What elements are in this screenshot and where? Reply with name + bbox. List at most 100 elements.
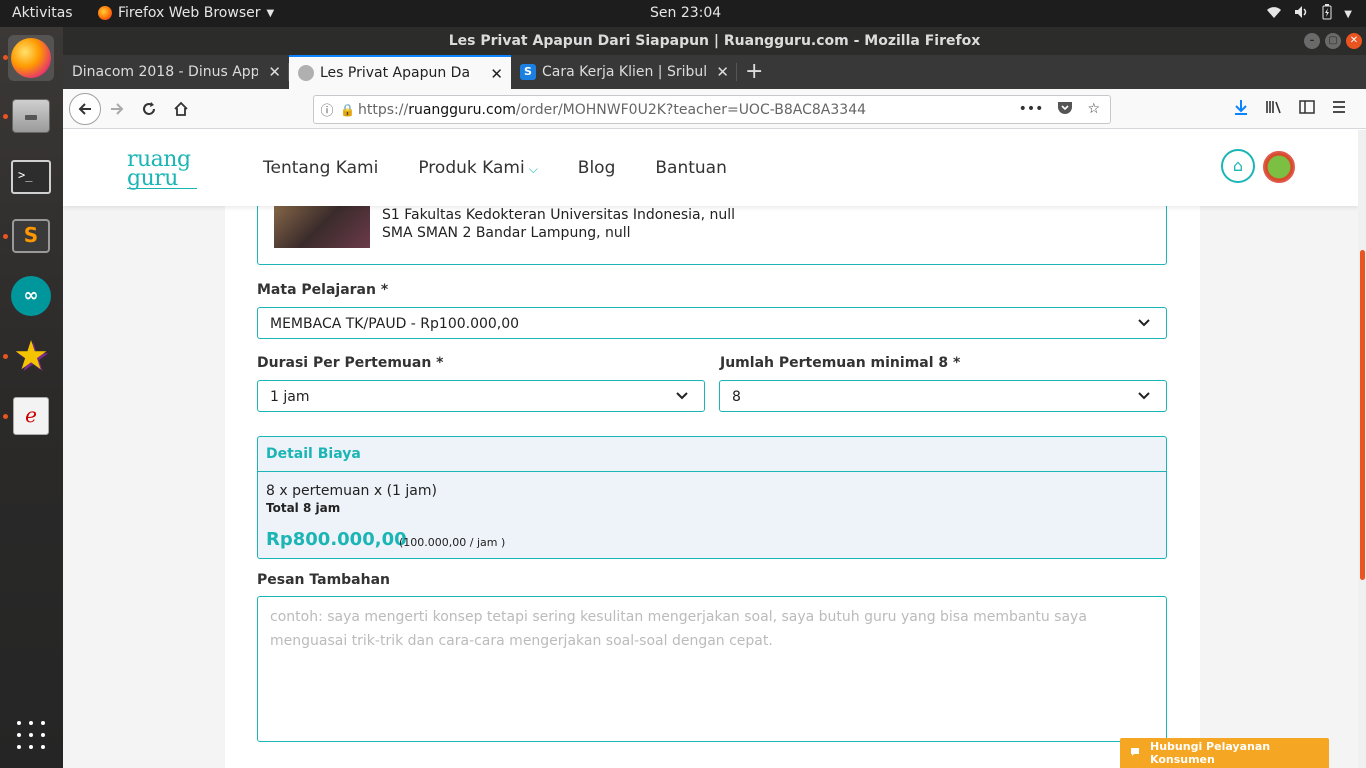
tab-dinacom[interactable]: Dinacom 2018 - Dinus Applic ✕ [63, 55, 289, 89]
cost-breakdown: 8 x pertemuan x (1 jam) [266, 483, 437, 499]
cost-detail-header: Detail Biaya [258, 437, 1166, 472]
close-tab-icon[interactable]: ✕ [490, 65, 503, 83]
home-icon [174, 101, 188, 116]
ruangguru-favicon-icon [298, 65, 314, 81]
duration-label: Durasi Per Pertemuan * [257, 355, 444, 371]
launcher-firefox[interactable] [8, 35, 54, 81]
ruangguru-logo[interactable]: ruang guru [127, 149, 197, 190]
launcher-arduino[interactable]: ∞ [8, 273, 54, 319]
tab-label: Cara Kerja Klien | Sribulanc [542, 64, 706, 80]
chevron-down-icon [1138, 389, 1150, 403]
message-label: Pesan Tambahan [257, 572, 391, 588]
window-controls: – ▢ ✕ [1304, 33, 1362, 49]
pocket-icon[interactable] [1057, 101, 1073, 119]
wifi-icon [1266, 5, 1282, 23]
battery-icon [1322, 4, 1332, 24]
caret-down-icon: ▼ [266, 7, 275, 19]
sidebar-icon[interactable] [1299, 99, 1315, 119]
customer-service-button[interactable]: Hubungi Pelayanan Konsumen [1120, 738, 1329, 768]
activities-button[interactable]: Aktivitas [12, 5, 73, 21]
cost-hourly-rate: (100.000,00 / jam ) [399, 536, 506, 549]
insecure-lock-icon[interactable]: 🔒 [340, 103, 358, 117]
nav-blog[interactable]: Blog [578, 158, 616, 178]
launcher-document-viewer[interactable]: ℯ [8, 393, 54, 439]
running-indicator [3, 354, 8, 359]
duration-select[interactable]: 1 jam [257, 380, 705, 412]
window-title: Les Privat Apapun Dari Siapapun | Ruangg… [448, 33, 981, 49]
cost-total-hours: Total 8 jam [266, 501, 341, 515]
tab-label: Dinacom 2018 - Dinus Applic [72, 64, 258, 80]
app-menu-label: Firefox Web Browser [118, 5, 261, 21]
running-indicator [3, 414, 8, 419]
site-header: ruang guru Tentang Kami Produk Kami ⌵ Blo… [63, 130, 1358, 206]
files-icon [12, 99, 50, 133]
tab-label: Les Privat Apapun Dari Sia [320, 65, 470, 81]
app-menu[interactable]: Firefox Web Browser ▼ [98, 5, 274, 21]
url-bar[interactable]: ⓘ 🔒 https://ruangguru.com/order/MOHNWF0U… [313, 95, 1111, 124]
firefox-icon [98, 6, 112, 20]
launcher-starred-app[interactable]: ★ [8, 333, 54, 379]
minimize-icon[interactable]: – [1304, 33, 1320, 49]
running-indicator [3, 234, 8, 239]
clock[interactable]: Sen 23:04 [650, 5, 721, 21]
forward-button[interactable] [103, 95, 131, 123]
running-indicator [3, 114, 8, 119]
show-applications-icon[interactable] [17, 721, 47, 751]
sessions-select[interactable]: 8 [719, 380, 1167, 412]
caret-down-icon: ▼ [1344, 8, 1352, 20]
new-tab-icon[interactable]: + [745, 59, 763, 84]
navigation-toolbar: ⓘ 🔒 https://ruangguru.com/order/MOHNWF0U… [63, 89, 1366, 129]
scrollbar-thumb[interactable] [1360, 250, 1365, 580]
chevron-down-icon: ⌵ [528, 162, 538, 176]
sessions-label: Jumlah Pertemuan minimal 8 * [720, 355, 961, 371]
subject-select[interactable]: MEMBACA TK/PAUD - Rp100.000,00 [257, 307, 1167, 339]
avatar[interactable] [1263, 151, 1295, 183]
launcher-files[interactable] [8, 93, 54, 139]
launcher-terminal[interactable]: >_ [8, 154, 54, 200]
hamburger-menu-icon[interactable] [1331, 99, 1347, 119]
info-icon[interactable]: ⓘ [314, 100, 340, 119]
teacher-education-highschool: SMA SMAN 2 Bandar Lampung, null [382, 225, 631, 241]
maximize-icon[interactable]: ▢ [1325, 33, 1341, 49]
close-tab-icon[interactable]: ✕ [268, 63, 281, 81]
nav-tentang-kami[interactable]: Tentang Kami [263, 158, 378, 178]
teacher-photo [274, 201, 370, 248]
site-nav-menu: Tentang Kami Produk Kami ⌵ Blog Bantuan [263, 158, 727, 178]
close-icon[interactable]: ✕ [1346, 33, 1362, 49]
subject-select-value: MEMBACA TK/PAUD - Rp100.000,00 [270, 316, 520, 332]
toolbar-right [1233, 99, 1347, 119]
teacher-education-university: S1 Fakultas Kedokteran Universitas Indon… [382, 207, 736, 223]
system-tray[interactable]: ▼ [1266, 4, 1352, 24]
message-placeholder: contoh: saya mengerti konsep tetapi seri… [270, 609, 1087, 649]
message-textarea[interactable]: contoh: saya mengerti konsep tetapi seri… [257, 596, 1167, 742]
running-indicator [3, 55, 8, 60]
chat-icon [1130, 747, 1140, 760]
home-icon[interactable]: ⌂ [1221, 149, 1255, 183]
firefox-icon [11, 38, 51, 78]
cost-detail-panel: Detail Biaya 8 x pertemuan x (1 jam) Tot… [257, 436, 1167, 559]
reload-button[interactable] [135, 95, 163, 123]
downloads-icon[interactable] [1233, 99, 1249, 119]
home-button[interactable] [167, 95, 195, 123]
url-text[interactable]: https://ruangguru.com/order/MOHNWF0U2K?t… [358, 102, 1019, 118]
back-button[interactable] [69, 93, 101, 125]
subject-label: Mata Pelajaran * [257, 282, 389, 298]
nav-produk-kami[interactable]: Produk Kami ⌵ [418, 158, 537, 178]
page-scrollbar[interactable] [1358, 130, 1366, 768]
tab-strip: Dinacom 2018 - Dinus Applic ✕ Les Privat… [63, 55, 1366, 89]
volume-icon [1294, 5, 1310, 23]
nav-bantuan[interactable]: Bantuan [655, 158, 727, 178]
launcher-sublime[interactable]: S [8, 213, 54, 259]
library-icon[interactable] [1265, 99, 1283, 119]
window-titlebar: Les Privat Apapun Dari Siapapun | Ruangg… [63, 27, 1366, 55]
chevron-down-icon [1138, 316, 1150, 330]
arrow-right-icon [111, 103, 124, 115]
sublime-text-icon: S [12, 219, 50, 253]
close-tab-icon[interactable]: ✕ [716, 63, 729, 81]
page-actions-icon[interactable]: ••• [1019, 101, 1044, 119]
tab-ruangguru[interactable]: Les Privat Apapun Dari Sia ✕ [289, 55, 511, 89]
tab-sribulancer[interactable]: S Cara Kerja Klien | Sribulanc ✕ [511, 55, 737, 89]
bookmark-star-icon[interactable]: ☆ [1087, 101, 1100, 119]
sribulancer-favicon-icon: S [520, 64, 536, 80]
arduino-icon: ∞ [11, 276, 51, 316]
